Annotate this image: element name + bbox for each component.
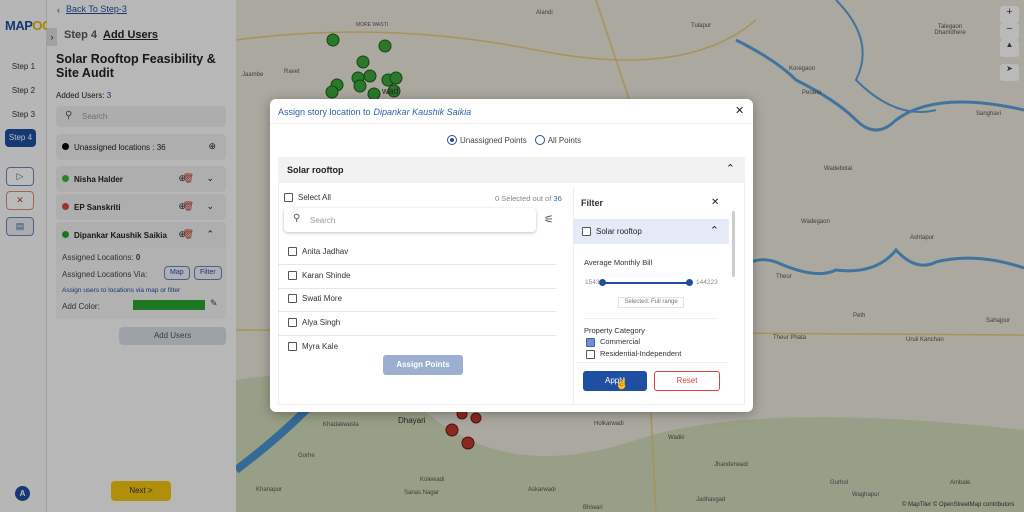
- close-icon: ✕: [735, 105, 745, 117]
- list-item[interactable]: Swati More: [278, 292, 556, 312]
- bill-min: 1543: [585, 279, 600, 286]
- bill-max: 144223: [696, 279, 718, 286]
- list-item[interactable]: Alya Singh: [278, 316, 556, 336]
- close-modal-button[interactable]: ✕: [735, 104, 744, 117]
- select-all-checkbox[interactable]: Select All: [284, 193, 331, 203]
- modal-title: Assign story location to Dipankar Kaushik…: [278, 107, 472, 117]
- range-max-handle[interactable]: [686, 279, 693, 286]
- reset-button[interactable]: Reset: [654, 371, 720, 391]
- list-item[interactable]: Karan Shinde: [278, 269, 556, 289]
- point-search-input[interactable]: ⚲ Search: [284, 208, 536, 232]
- category-residential-checkbox[interactable]: Residential-Independent: [586, 349, 681, 359]
- bill-label: Average Monthly Bill: [584, 258, 653, 267]
- filter-sliders-icon[interactable]: ⚟: [544, 213, 554, 226]
- range-track: [603, 282, 689, 284]
- cursor-hand-icon: ☝: [615, 378, 629, 390]
- selected-count: 0 Selected out of 36: [495, 194, 562, 203]
- filter-layer-row[interactable]: Solar rooftop ⌃: [573, 219, 729, 244]
- section-header[interactable]: Solar rooftop ⌃: [278, 157, 745, 183]
- category-label: Property Category: [584, 326, 645, 335]
- assign-location-modal: Assign story location to Dipankar Kaushik…: [270, 99, 753, 412]
- selected-range: Selected: Full range: [618, 297, 684, 308]
- range-min-handle[interactable]: [599, 279, 606, 286]
- close-icon: ✕: [711, 197, 720, 208]
- chevron-up-icon[interactable]: ⌃: [710, 224, 719, 237]
- radio-all-points[interactable]: All Points: [534, 135, 581, 145]
- filter-title: Filter: [581, 198, 604, 208]
- search-icon: ⚲: [293, 213, 301, 224]
- close-filter-button[interactable]: ✕: [711, 197, 719, 208]
- chevron-up-icon[interactable]: ⌃: [726, 162, 735, 175]
- radio-unassigned-points[interactable]: Unassigned Points: [447, 135, 527, 145]
- category-commercial-checkbox[interactable]: Commercial: [586, 337, 640, 347]
- assign-points-button[interactable]: Assign Points: [383, 355, 463, 375]
- filter-scrollbar[interactable]: [732, 211, 735, 277]
- list-item[interactable]: Anita Jadhav: [278, 245, 556, 265]
